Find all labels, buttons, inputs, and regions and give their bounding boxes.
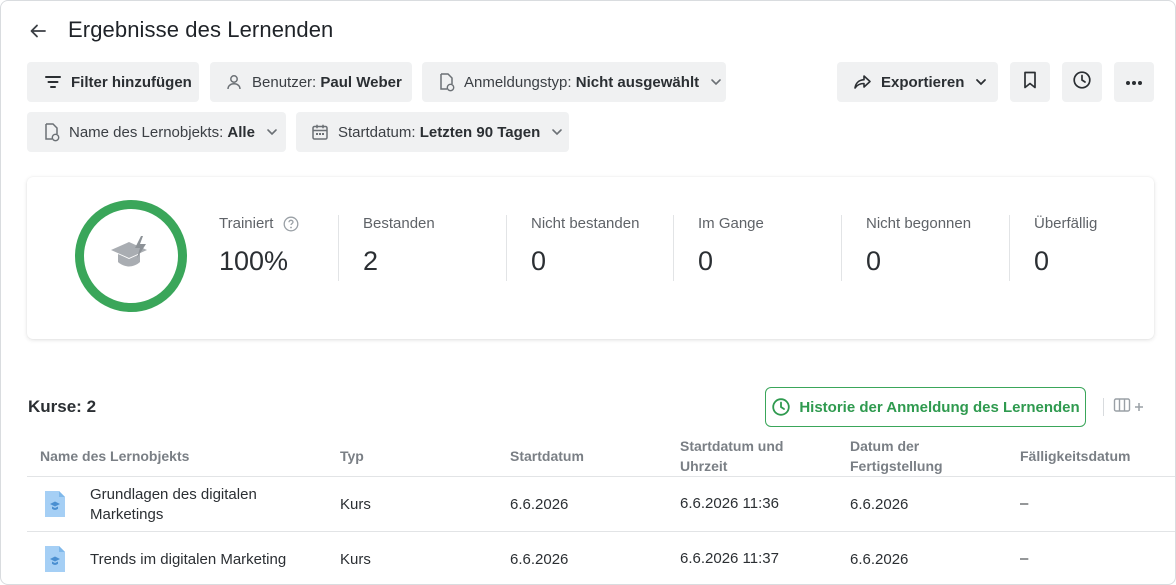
column-header-due[interactable]: Fälligkeitsdatum: [1020, 446, 1130, 466]
row-divider: [27, 531, 1175, 532]
stat-in-progress: Im Gange 0: [698, 215, 764, 277]
start-filter-value: Letzten 90 Tagen: [419, 123, 541, 141]
bookmark-button[interactable]: [1010, 62, 1050, 102]
course-doc-icon: [436, 72, 456, 92]
enrollment-filter-label: Anmeldungstyp:: [464, 73, 572, 91]
due-date: –: [1020, 495, 1029, 512]
lo-filter-label: Name des Lernobjekts:: [69, 123, 224, 141]
stat-overdue-label: Überfällig: [1034, 215, 1098, 232]
column-header-start[interactable]: Startdatum: [510, 446, 584, 466]
stat-failed-value: 0: [531, 246, 547, 276]
course-doc-icon: [41, 122, 61, 142]
add-filter-label: Filter hinzufügen: [71, 73, 192, 91]
enrollment-history-label: Historie der Anmeldung des Lernenden: [799, 398, 1080, 416]
column-header-completed[interactable]: Datum der Fertigstellung: [850, 436, 943, 476]
course-type: Kurs: [340, 551, 371, 568]
stat-failed-label: Nicht bestanden: [531, 215, 640, 232]
more-icon: [1125, 73, 1143, 91]
column-header-start-time-line1: Startdatum und: [680, 438, 784, 454]
clock-icon: [771, 397, 791, 417]
user-filter-label: Benutzer:: [252, 73, 317, 91]
enrollment-history-button[interactable]: Historie der Anmeldung des Lernenden: [765, 387, 1086, 427]
course-name-line2: Marketings: [90, 506, 164, 523]
table-divider: [27, 476, 1175, 477]
chevron-down-icon: [550, 125, 564, 139]
stat-trained-value: 100%: [219, 246, 289, 276]
stat-failed: Nicht bestanden 0: [531, 215, 639, 277]
stat-trained: Trainiert 100%: [219, 215, 299, 277]
stat-divider: [506, 215, 507, 281]
help-icon[interactable]: [283, 216, 299, 232]
plus-icon: [1134, 402, 1144, 412]
course-file-icon: [43, 544, 67, 574]
lo-filter-value: Alle: [227, 123, 255, 141]
column-header-type[interactable]: Typ: [340, 446, 364, 466]
stat-divider: [1009, 215, 1010, 281]
share-arrow-icon: [853, 72, 873, 92]
stat-passed-label: Bestanden: [363, 215, 435, 232]
toolbar-divider: [1103, 398, 1104, 416]
start-date-filter-chip[interactable]: Startdatum: Letzten 90 Tagen: [296, 112, 569, 152]
add-filter-button[interactable]: Filter hinzufügen: [27, 62, 199, 102]
learning-object-filter-chip[interactable]: Name des Lernobjekts: Alle: [27, 112, 286, 152]
more-options-button[interactable]: [1114, 62, 1154, 102]
completion-date: 6.6.2026: [850, 551, 909, 568]
stat-notstarted-label: Nicht begonnen: [866, 215, 972, 232]
start-date: 6.6.2026: [510, 551, 569, 568]
chevron-down-icon: [265, 125, 279, 139]
stat-divider: [673, 215, 674, 281]
stat-divider: [841, 215, 842, 281]
user-filter-value: Paul Weber: [320, 73, 402, 91]
trained-progress-ring: [75, 200, 187, 312]
stat-divider: [338, 215, 339, 281]
course-name-line1: Grundlagen des digitalen: [90, 486, 257, 503]
stat-inprogress-value: 0: [698, 246, 714, 276]
completion-date: 6.6.2026: [850, 496, 909, 513]
column-header-completed-line2: Fertigstellung: [850, 458, 943, 474]
calendar-icon: [310, 122, 330, 142]
course-name[interactable]: Trends im digitalen Marketing: [90, 550, 286, 570]
bookmark-icon: [1022, 71, 1038, 94]
course-name[interactable]: Grundlagen des digitalen Marketings: [90, 485, 257, 525]
stat-notstarted-value: 0: [866, 246, 882, 276]
column-header-start-time[interactable]: Startdatum und Uhrzeit: [680, 436, 783, 476]
enrollment-filter-value: Nicht ausgewählt: [575, 73, 700, 91]
history-icon: [1072, 70, 1092, 95]
column-header-start-time-line2: Uhrzeit: [680, 458, 728, 474]
stat-inprogress-label: Im Gange: [698, 215, 764, 232]
start-datetime: 6.6.2026 11:36: [680, 495, 779, 512]
columns-icon: [1113, 397, 1131, 418]
start-datetime: 6.6.2026 11:37: [680, 550, 779, 567]
export-label: Exportieren: [881, 73, 965, 91]
chevron-down-icon: [974, 75, 988, 89]
enrollment-type-filter-chip[interactable]: Anmeldungstyp: Nicht ausgewählt: [422, 62, 726, 102]
course-type: Kurs: [340, 496, 371, 513]
start-date: 6.6.2026: [510, 496, 569, 513]
stat-not-started: Nicht begonnen 0: [866, 215, 971, 277]
course-count: Kurse: 2: [28, 397, 97, 416]
export-button[interactable]: Exportieren: [837, 62, 998, 102]
stat-trained-label: Trainiert: [219, 215, 274, 232]
page-frame: Ergebnisse des Lernenden Filter hinzufüg…: [0, 0, 1176, 585]
stat-passed-value: 2: [363, 246, 379, 276]
course-file-icon: [43, 489, 67, 519]
user-icon: [224, 72, 244, 92]
back-arrow-icon[interactable]: [25, 18, 51, 44]
graduation-cap-icon: [109, 234, 153, 279]
due-date: –: [1020, 550, 1029, 567]
history-button[interactable]: [1062, 62, 1102, 102]
filter-icon: [43, 72, 63, 92]
column-header-name[interactable]: Name des Lernobjekts: [40, 446, 189, 466]
summary-card: Trainiert 100% Bestanden 2 Nicht bestand…: [27, 177, 1154, 339]
start-filter-label: Startdatum:: [338, 123, 416, 141]
column-header-completed-line1: Datum der: [850, 438, 920, 454]
stat-overdue-value: 0: [1034, 246, 1050, 276]
stat-overdue: Überfällig 0: [1034, 215, 1097, 277]
column-settings-button[interactable]: [1113, 397, 1144, 417]
page-title: Ergebnisse des Lernenden: [68, 17, 334, 42]
stat-passed: Bestanden 2: [363, 215, 435, 277]
chevron-down-icon: [709, 75, 723, 89]
user-filter-chip[interactable]: Benutzer: Paul Weber: [210, 62, 412, 102]
